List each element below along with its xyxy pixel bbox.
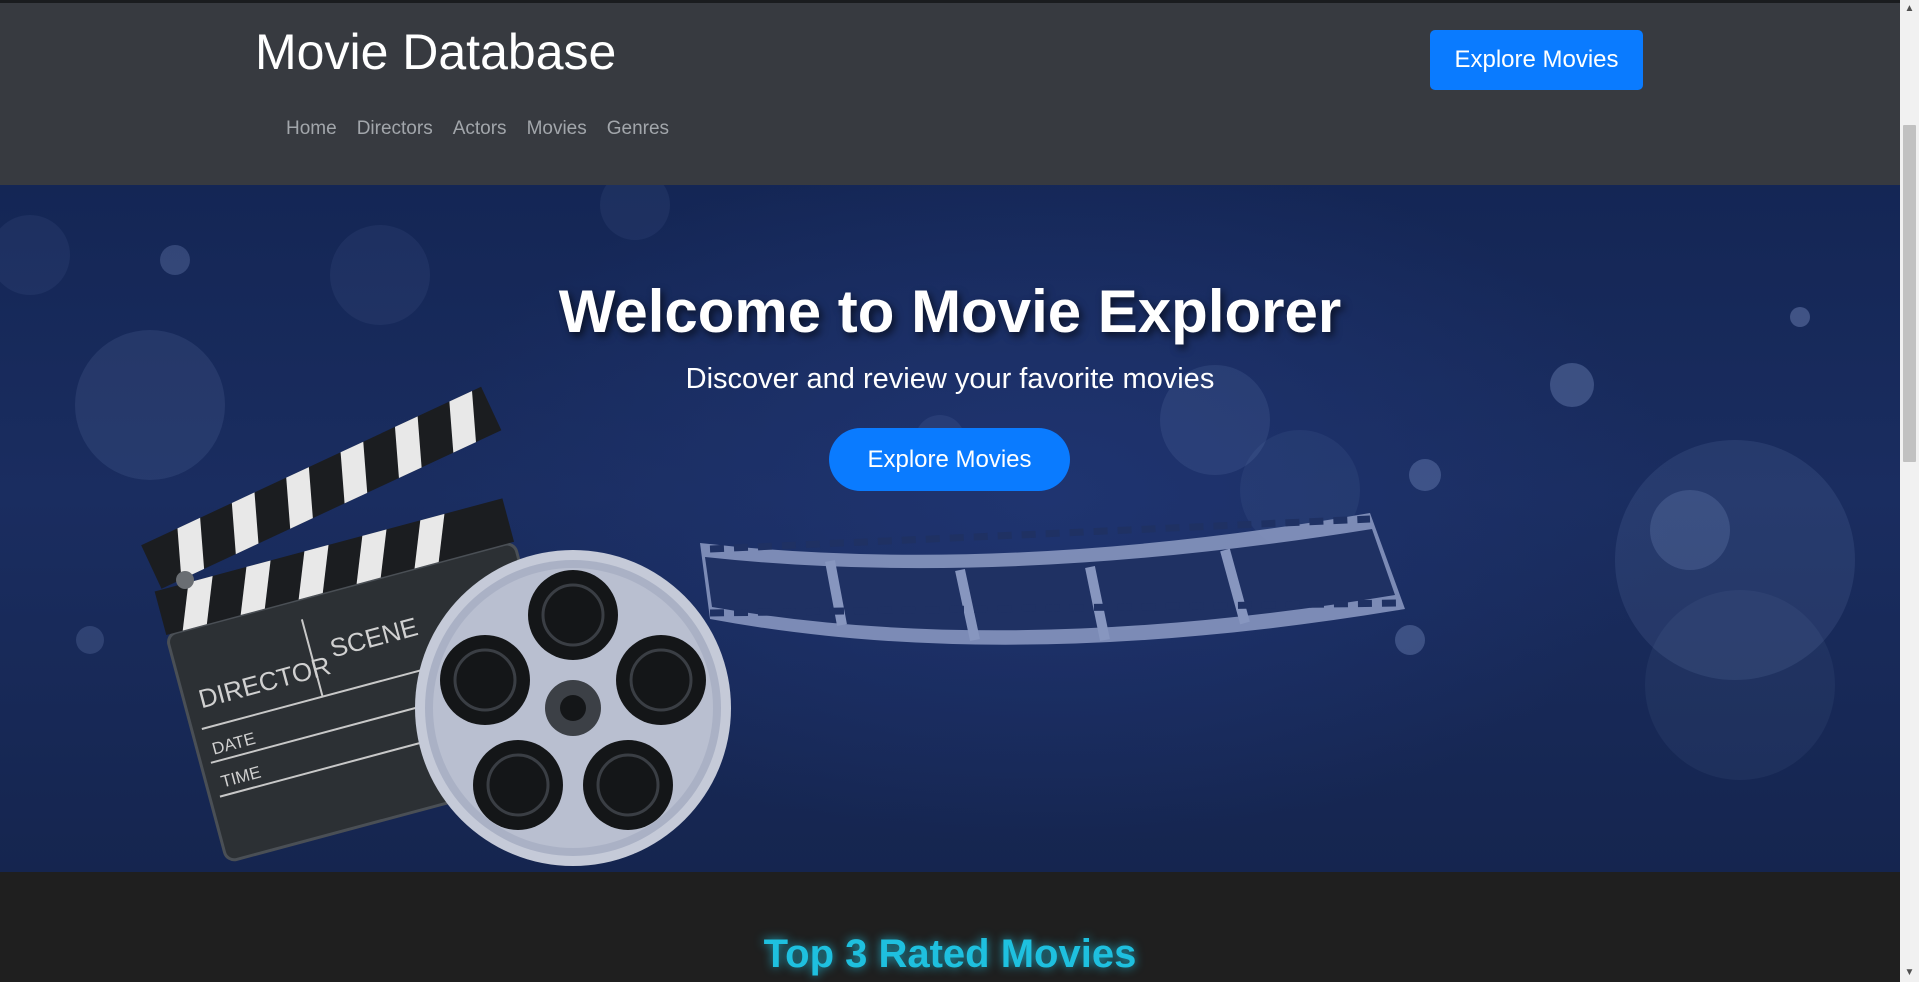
top-rated-section: Top 3 Rated Movies <box>0 872 1900 982</box>
hero-section: DIRECTOR SCENE DATE TIME Welcome to Movi… <box>0 185 1900 872</box>
scrollbar-thumb[interactable] <box>1903 125 1916 462</box>
brand-title[interactable]: Movie Database <box>255 25 616 80</box>
scroll-up-icon[interactable]: ▲ <box>1900 0 1919 17</box>
scroll-down-icon[interactable]: ▼ <box>1900 964 1919 981</box>
vertical-scrollbar[interactable]: ▲ ▼ <box>1900 0 1919 982</box>
nav-genres[interactable]: Genres <box>607 118 669 140</box>
hero-explore-button[interactable]: Explore Movies <box>829 428 1070 491</box>
nav-movies[interactable]: Movies <box>527 118 587 140</box>
film-reel-icon <box>415 550 731 866</box>
film-strip <box>700 513 1405 645</box>
hero-title: Welcome to Movie Explorer <box>558 278 1342 345</box>
site-header: Movie Database Home Directors Actors Mov… <box>0 3 1900 185</box>
nav-directors[interactable]: Directors <box>357 118 433 140</box>
nav-actors[interactable]: Actors <box>453 118 507 140</box>
main-nav: Home Directors Actors Movies Genres <box>286 118 689 140</box>
hero-subtitle: Discover and review your favorite movies <box>685 363 1215 395</box>
nav-home[interactable]: Home <box>286 118 337 140</box>
section-title: Top 3 Rated Movies <box>763 932 1137 976</box>
header-explore-button[interactable]: Explore Movies <box>1430 30 1643 90</box>
